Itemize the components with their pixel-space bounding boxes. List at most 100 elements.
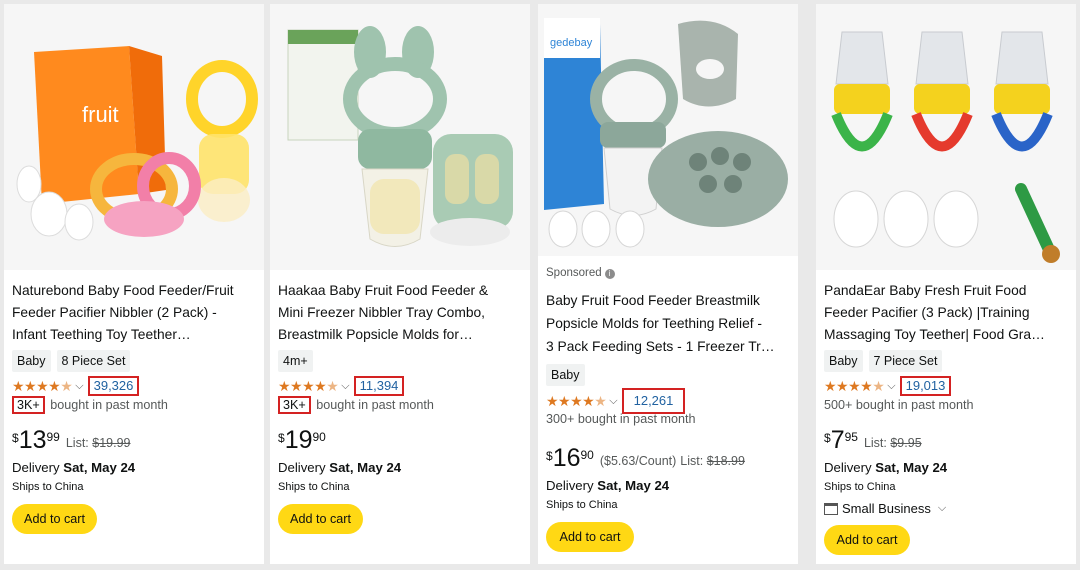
sponsored-label: Sponsored i bbox=[546, 267, 615, 279]
price-whole: 16 bbox=[552, 444, 581, 472]
price-symbol: $ bbox=[278, 431, 285, 445]
price-whole: 19 bbox=[284, 426, 313, 454]
price[interactable]: $ 16 90 ($5.63/Count) List: $18.99 bbox=[546, 445, 745, 471]
product-image[interactable] bbox=[270, 4, 530, 270]
title-line: Massaging Toy Teether| Food Gra… bbox=[824, 326, 1045, 342]
box-brand-text: gedebay bbox=[550, 37, 593, 49]
add-to-cart-button[interactable]: Add to cart bbox=[12, 504, 97, 534]
delivery-info: Delivery Sat, May 24 bbox=[12, 460, 135, 475]
variant-chip[interactable]: Baby bbox=[824, 350, 863, 372]
rating-row[interactable]: ★★★★★ ⌵ 11,394 bbox=[278, 376, 405, 396]
variant-chips: Baby 8 Piece Set bbox=[12, 350, 131, 372]
delivery-date: Sat, May 24 bbox=[875, 460, 948, 475]
price-fraction: 90 bbox=[580, 448, 594, 462]
add-to-cart-button[interactable]: Add to cart bbox=[824, 525, 910, 555]
title-line: Infant Teething Toy Teether… bbox=[12, 326, 191, 342]
small-business-label: Small Business bbox=[842, 501, 931, 516]
price-fraction: 90 bbox=[312, 430, 326, 444]
ships-to: Ships to China bbox=[546, 499, 618, 511]
bought-count: 3K+ bbox=[12, 396, 45, 414]
bought-count: 3K+ bbox=[278, 396, 311, 414]
product-image-art bbox=[270, 4, 530, 270]
title-line: Naturebond Baby Food Feeder/Fruit bbox=[12, 283, 234, 298]
delivery-date: Sat, May 24 bbox=[63, 460, 136, 475]
rating-count[interactable]: 11,394 bbox=[353, 376, 405, 396]
rating-row[interactable]: ★★★★★ ⌵ 12,261 bbox=[546, 388, 686, 414]
product-title[interactable]: PandaEar Baby Fresh Fruit Food Feeder Pa… bbox=[824, 280, 1070, 346]
unit-price: ($5.63/Count) bbox=[599, 454, 677, 468]
rating-count[interactable]: 12,261 bbox=[621, 388, 686, 414]
delivery-date: Sat, May 24 bbox=[597, 478, 670, 493]
list-price: List: $9.95 bbox=[864, 436, 922, 450]
bought-wrap: 500+ bought in past month bbox=[824, 398, 1070, 418]
rating-row[interactable]: ★★★★★ ⌵ 19,013 bbox=[824, 376, 952, 396]
product-card[interactable]: gedebay Sponsored i Baby Fruit Food Feede… bbox=[538, 4, 798, 564]
product-image[interactable]: gedebay bbox=[538, 4, 798, 256]
list-price-value: $19.99 bbox=[92, 436, 131, 450]
price-whole: 7 bbox=[830, 426, 845, 454]
title-line: Breastmilk Popsicle Molds for… bbox=[278, 326, 473, 342]
star-icon: ★★★★★ bbox=[824, 377, 885, 394]
delivery-label: Delivery bbox=[824, 460, 876, 475]
chevron-down-icon[interactable]: ⌵ bbox=[75, 380, 83, 393]
small-business-badge[interactable]: Small Business ⌵ bbox=[824, 501, 950, 516]
rating-row[interactable]: ★★★★★ ⌵ 39,326 bbox=[12, 376, 140, 396]
add-to-cart-button[interactable]: Add to cart bbox=[546, 522, 634, 552]
variant-chip[interactable]: 7 Piece Set bbox=[868, 350, 943, 372]
list-price: List: $18.99 bbox=[680, 454, 745, 468]
product-title[interactable]: Naturebond Baby Food Feeder/Fruit Feeder… bbox=[12, 280, 258, 346]
rating-count[interactable]: 39,326 bbox=[87, 376, 140, 396]
chevron-down-icon[interactable]: ⌵ bbox=[609, 395, 617, 408]
product-card[interactable]: fruit Naturebond Baby Food Feeder/Fruit … bbox=[4, 4, 264, 564]
price-whole: 13 bbox=[18, 426, 47, 454]
sponsored-text: Sponsored bbox=[546, 267, 602, 279]
delivery-info: Delivery Sat, May 24 bbox=[278, 460, 401, 475]
chevron-down-icon[interactable]: ⌵ bbox=[341, 380, 349, 393]
delivery-info: Delivery Sat, May 24 bbox=[824, 460, 947, 475]
add-to-cart-button[interactable]: Add to cart bbox=[278, 504, 363, 534]
ships-to: Ships to China bbox=[824, 481, 896, 493]
chevron-down-icon[interactable]: ⌵ bbox=[938, 502, 946, 515]
rating-count[interactable]: 19,013 bbox=[899, 376, 952, 396]
variant-chip[interactable]: Baby bbox=[12, 350, 51, 372]
price[interactable]: $ 13 99 List: $19.99 bbox=[12, 427, 131, 453]
box-brand-text: fruit bbox=[82, 102, 119, 127]
bought-wrap: 3K+ bought in past month bbox=[278, 396, 524, 418]
title-line: Mini Freezer Nibbler Tray Combo, bbox=[278, 304, 486, 320]
title-line: Haakaa Baby Fruit Food Feeder & bbox=[278, 283, 489, 298]
ships-to: Ships to China bbox=[278, 481, 350, 493]
price[interactable]: $ 7 95 List: $9.95 bbox=[824, 427, 922, 453]
bought-info: 500+ bought in past month bbox=[824, 398, 974, 412]
title-line: Baby Fruit Food Feeder Breastmilk bbox=[546, 293, 760, 308]
bought-text: bought in past month bbox=[46, 398, 168, 412]
variant-chip[interactable]: 4m+ bbox=[278, 350, 313, 372]
bought-info: 3K+ bought in past month bbox=[278, 396, 434, 414]
product-image-art: fruit bbox=[4, 4, 264, 270]
list-price-value: $18.99 bbox=[706, 454, 745, 468]
bought-wrap: 3K+ bought in past month bbox=[12, 396, 258, 418]
title-line: 3 Pack Feeding Sets - 1 Freezer Tr… bbox=[546, 338, 775, 354]
delivery-date: Sat, May 24 bbox=[329, 460, 402, 475]
product-card[interactable]: PandaEar Baby Fresh Fruit Food Feeder Pa… bbox=[816, 4, 1076, 564]
variant-chip[interactable]: 8 Piece Set bbox=[56, 350, 131, 372]
price-fraction: 95 bbox=[844, 430, 858, 444]
delivery-label: Delivery bbox=[278, 460, 330, 475]
chevron-down-icon[interactable]: ⌵ bbox=[887, 380, 895, 393]
product-image[interactable] bbox=[816, 4, 1076, 270]
bought-info: 3K+ bought in past month bbox=[12, 396, 168, 414]
product-image[interactable]: fruit bbox=[4, 4, 264, 270]
price-symbol: $ bbox=[824, 431, 831, 445]
variant-chip[interactable]: Baby bbox=[546, 364, 585, 386]
product-title[interactable]: Haakaa Baby Fruit Food Feeder & Mini Fre… bbox=[278, 280, 524, 346]
product-title[interactable]: Baby Fruit Food Feeder Breastmilk Popsic… bbox=[546, 290, 792, 360]
info-icon[interactable]: i bbox=[604, 269, 615, 279]
bought-text: bought in past month bbox=[312, 398, 434, 412]
price[interactable]: $ 19 90 bbox=[278, 427, 332, 453]
title-line: PandaEar Baby Fresh Fruit Food bbox=[824, 283, 1027, 298]
list-label: List: bbox=[65, 436, 93, 450]
variant-chips: 4m+ bbox=[278, 350, 313, 372]
product-card[interactable]: Haakaa Baby Fruit Food Feeder & Mini Fre… bbox=[270, 4, 530, 564]
ships-to: Ships to China bbox=[12, 481, 84, 493]
price-symbol: $ bbox=[546, 449, 553, 463]
delivery-label: Delivery bbox=[546, 478, 598, 493]
